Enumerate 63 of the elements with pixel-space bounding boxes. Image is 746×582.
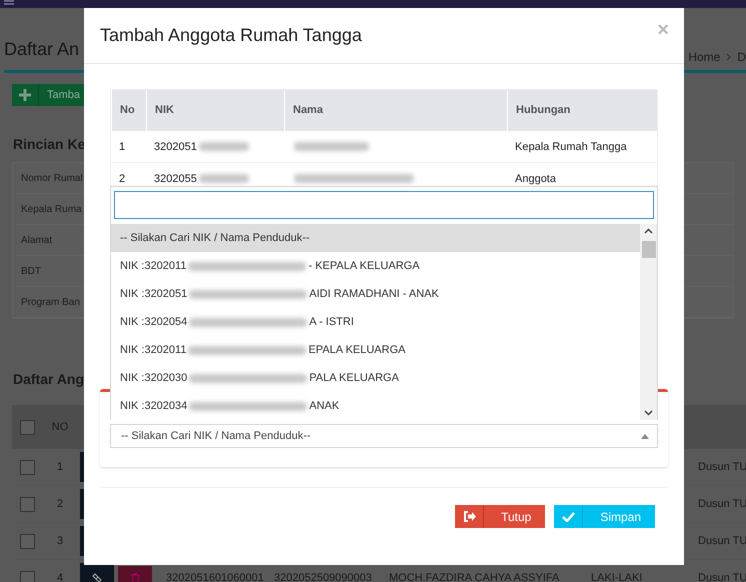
chevron-down-icon <box>644 410 653 416</box>
table-cell: 3202055 <box>154 172 197 184</box>
table-cell: 3202051 <box>154 140 197 152</box>
table-cell-text: Anggota <box>514 172 557 184</box>
option-text: ANAK <box>309 400 340 412</box>
select-all-checkbox[interactable] <box>20 420 35 434</box>
column-header: NIK <box>146 90 284 131</box>
detail-label: Program Ban <box>21 296 80 308</box>
plus-icon <box>19 89 31 101</box>
table-cell-text: 1 <box>56 461 64 473</box>
table-cell-text: 2 <box>118 172 126 184</box>
table-cell-text: 3202051601060001 <box>165 572 265 582</box>
row-checkbox[interactable] <box>20 460 35 474</box>
row-checkbox[interactable] <box>20 570 35 582</box>
link-icon <box>92 573 102 582</box>
table-cell-text: MOCH.FAZDIRA CAHYA ASSYIFA <box>388 572 560 582</box>
table-cell-text: Kepala Rumah Tangga <box>514 140 628 152</box>
detail-label: Alamat <box>21 234 52 246</box>
scroll-thumb[interactable] <box>642 241 656 258</box>
table-cell-text: 3 <box>56 535 64 547</box>
row-checkbox[interactable] <box>20 496 35 512</box>
chevron-icon <box>726 53 732 61</box>
option-text: NIK :3202011 <box>120 260 186 272</box>
close-button[interactable]: Tutup <box>455 505 546 528</box>
option-text: EPALA KELUARGA <box>308 344 406 356</box>
column-header: Nama <box>284 90 507 131</box>
detail-label: Nomor Rumal <box>21 172 83 184</box>
detail-label: Kepala Ruma <box>21 204 82 214</box>
caret-icon <box>641 434 649 438</box>
scrollbar[interactable] <box>640 224 657 420</box>
search-field[interactable] <box>114 191 654 219</box>
redaction-blur <box>198 142 249 151</box>
table-cell-text: 4 <box>56 572 64 582</box>
section-title: Daftar Ang <box>13 371 84 387</box>
section-title: Rincian Ke <box>13 136 86 152</box>
option-text: A - ISTRI <box>309 316 354 328</box>
redaction-blur <box>198 174 249 183</box>
dropdown-option[interactable]: -- Silakan Cari NIK / Nama Penduduk-- <box>111 224 640 252</box>
table-cell-text: 2 <box>56 498 64 510</box>
option-text: -- Silakan Cari NIK / Nama Penduduk-- <box>120 232 310 244</box>
select-field[interactable]: -- Silakan Cari NIK / Nama Penduduk-- <box>110 424 658 448</box>
row-checkbox[interactable] <box>20 534 35 548</box>
detail-label: BDT <box>21 266 41 276</box>
option-text: - KEPALA KELUARGA <box>308 260 420 272</box>
table-cell-text: LAKI-LAKI <box>590 572 644 582</box>
modal-title: Tambah Anggota Rumah Tangga <box>100 25 362 46</box>
sign-out-icon <box>462 511 476 522</box>
option-text: AIDI RAMADHANI - ANAK <box>309 288 439 300</box>
table-cell-text: 1 <box>118 140 126 152</box>
option-text: PALA KELUARGA <box>309 372 399 384</box>
option-text: NIK :3202051 <box>120 288 188 300</box>
column-header: Hubungan <box>507 90 658 131</box>
chevron-up-icon <box>644 228 653 234</box>
column-header: No <box>111 90 146 131</box>
menu-icon[interactable] <box>4 0 14 6</box>
table-cell-text: 3202052509090003 <box>273 572 373 582</box>
option-text: NIK :3202054 <box>120 316 188 328</box>
option-text: NIK :3202034 <box>120 400 188 412</box>
option-text: NIK :3202030 <box>120 372 188 384</box>
page-title: Daftar An <box>4 39 80 60</box>
check-icon <box>562 512 575 522</box>
trash-icon <box>130 573 140 582</box>
option-text: NIK :3202011 <box>120 344 186 356</box>
